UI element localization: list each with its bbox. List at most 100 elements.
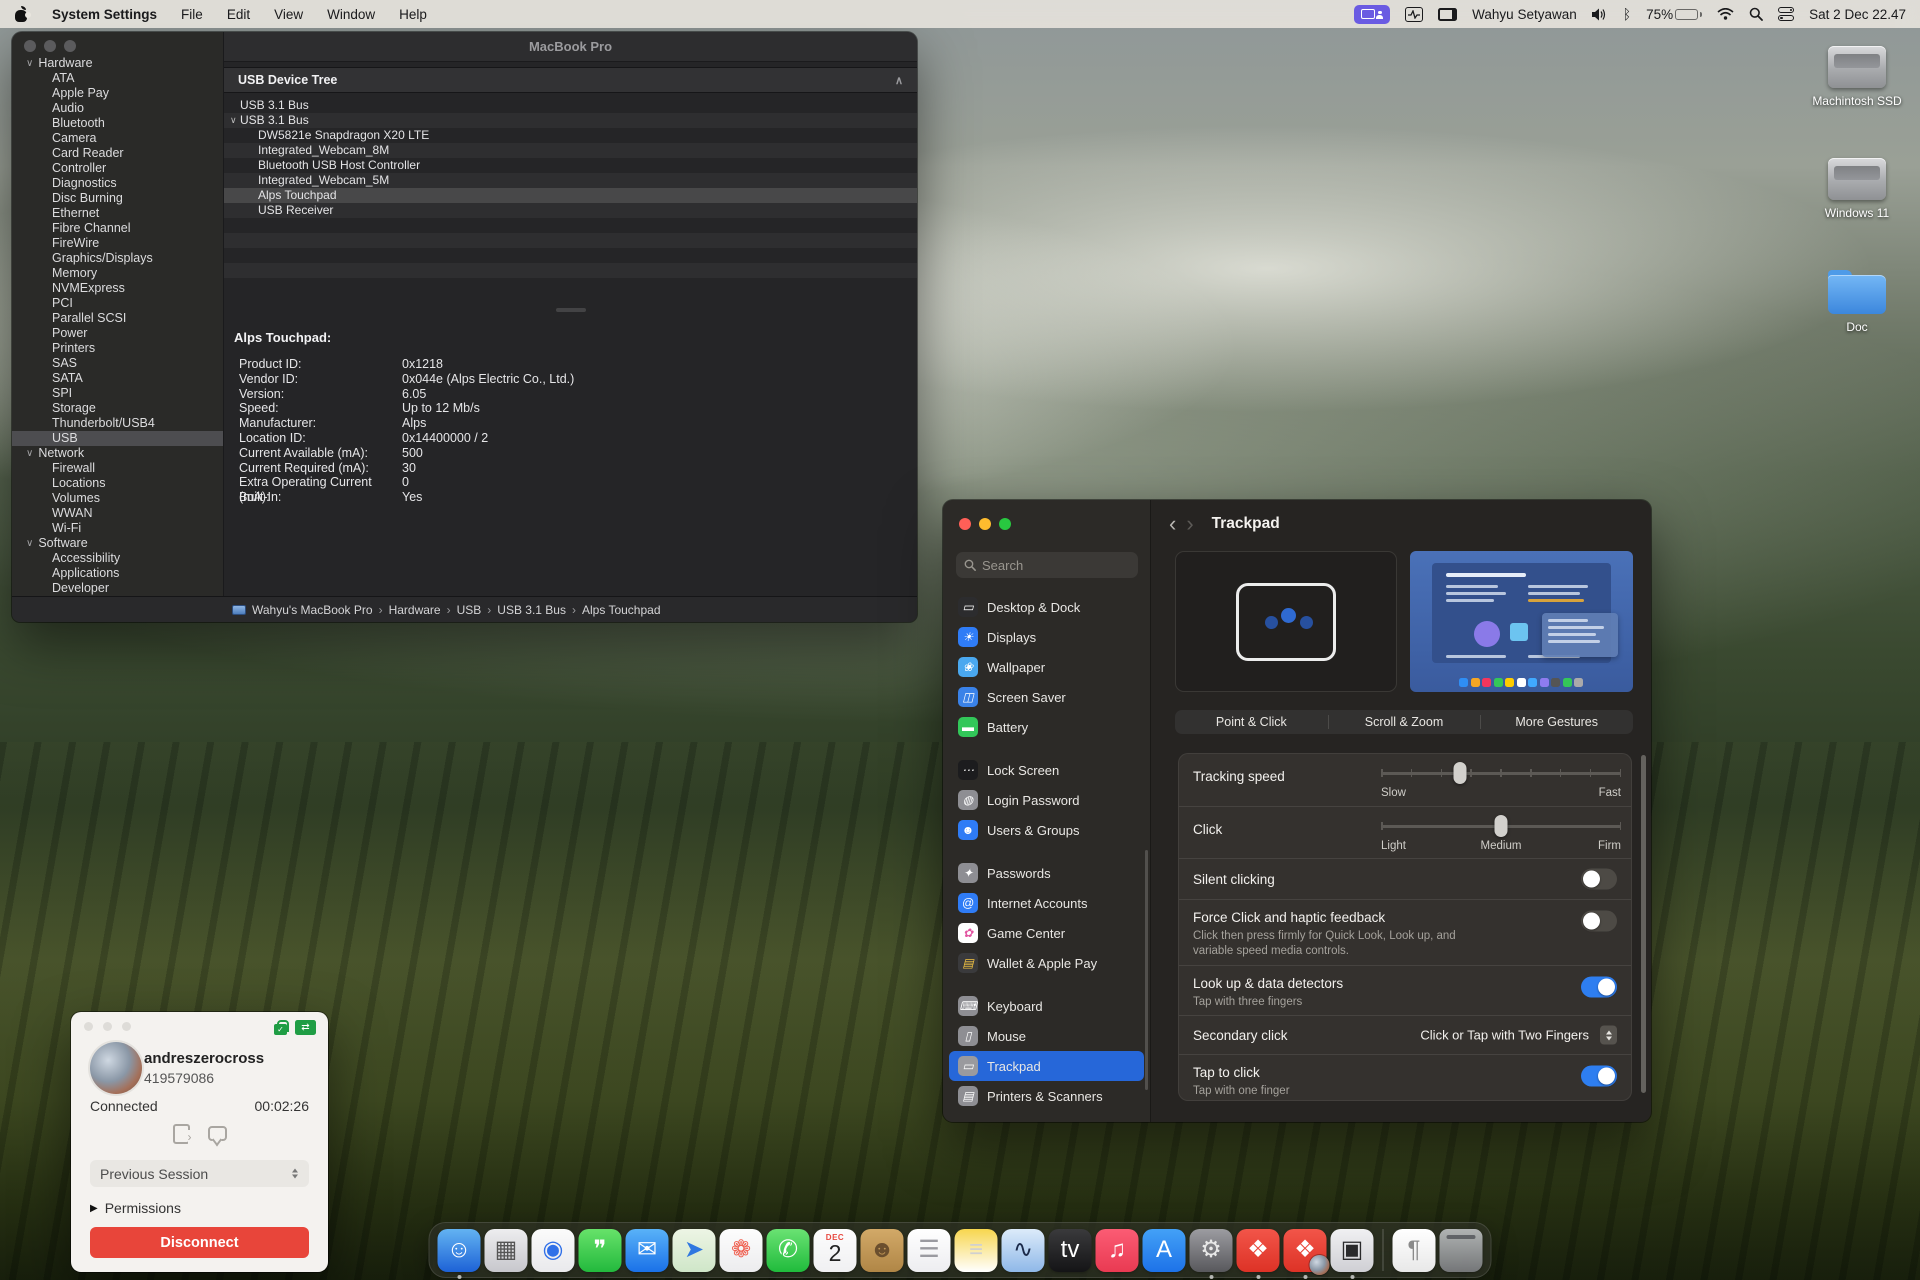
look-up-toggle[interactable]: [1581, 977, 1617, 998]
sidebar-item[interactable]: Diagnostics: [12, 176, 223, 191]
sidebar-item[interactable]: Audio: [12, 101, 223, 116]
sidebar-item[interactable]: Card Reader: [12, 146, 223, 161]
tap-to-click-toggle[interactable]: [1581, 1066, 1617, 1087]
settings-sidebar-item[interactable]: ▤ Wallet & Apple Pay: [949, 948, 1144, 978]
sidebar-item[interactable]: Locations: [12, 476, 223, 491]
sidebar-item[interactable]: WWAN: [12, 506, 223, 521]
sidebar-item[interactable]: Developer: [12, 581, 223, 596]
pane-scrollbar[interactable]: [1641, 755, 1646, 1093]
logged-in-user[interactable]: Wahyu Setyawan: [1472, 7, 1577, 22]
settings-sidebar-item[interactable]: ☻ Users & Groups: [949, 815, 1144, 845]
desktop-icon-windows-11[interactable]: Windows 11: [1807, 158, 1907, 220]
sidebar-item[interactable]: Camera: [12, 131, 223, 146]
sidebar-item[interactable]: SPI: [12, 386, 223, 401]
settings-sidebar-item[interactable]: ▭ Desktop & Dock: [949, 592, 1144, 622]
sidebar-item[interactable]: Memory: [12, 266, 223, 281]
reminders-icon[interactable]: ☰: [908, 1229, 951, 1272]
sidebar-item[interactable]: Graphics/Displays: [12, 251, 223, 266]
finder-icon[interactable]: ☺: [438, 1229, 481, 1272]
bluetooth-icon[interactable]: ᛒ: [1623, 6, 1631, 22]
forward-arrow-icon[interactable]: ›: [1186, 513, 1193, 535]
photos-icon[interactable]: ❁: [720, 1229, 763, 1272]
tree-row[interactable]: Integrated_Webcam_8M: [224, 143, 917, 158]
settings-sidebar-item[interactable]: ✦ Passwords: [949, 858, 1144, 888]
tab-point-and-click[interactable]: Point & Click: [1175, 710, 1328, 734]
settings-sidebar-item[interactable]: ▭ Trackpad: [949, 1051, 1144, 1081]
slider-thumb[interactable]: [1454, 762, 1467, 784]
screen-sharing-indicator-icon[interactable]: [1354, 5, 1390, 24]
display-status-icon[interactable]: [1438, 8, 1457, 21]
menu-item[interactable]: Window: [327, 7, 375, 22]
secondary-click-dropdown[interactable]: [1600, 1026, 1617, 1045]
zoom-button[interactable]: [999, 518, 1011, 530]
sidebar-section-software[interactable]: ∨Software: [12, 536, 223, 551]
settings-sidebar-item[interactable]: ▤ Printers & Scanners: [949, 1081, 1144, 1111]
volume-icon[interactable]: [1592, 8, 1608, 21]
settings-sidebar-item[interactable]: ▯ Mouse: [949, 1021, 1144, 1051]
breadcrumb-item[interactable]: USB: [441, 603, 482, 617]
apple-menu-icon[interactable]: [14, 6, 28, 22]
sidebar-item[interactable]: Volumes: [12, 491, 223, 506]
window-controls[interactable]: [959, 518, 1011, 530]
sidebar-item[interactable]: SAS: [12, 356, 223, 371]
settings-sidebar-item[interactable]: ◫ Screen Saver: [949, 682, 1144, 712]
settings-sidebar-item[interactable]: ▬ Battery: [949, 712, 1144, 742]
disconnect-button[interactable]: Disconnect: [90, 1227, 309, 1258]
sidebar-item[interactable]: Storage: [12, 401, 223, 416]
sidebar-item[interactable]: Fibre Channel: [12, 221, 223, 236]
session-select[interactable]: Previous Session: [90, 1160, 309, 1187]
tree-row[interactable]: [224, 248, 917, 263]
silent-clicking-toggle[interactable]: [1581, 869, 1617, 890]
calendar-icon[interactable]: DEC 2: [814, 1229, 857, 1272]
sidebar-item[interactable]: Applications: [12, 566, 223, 581]
trash-icon[interactable]: [1440, 1229, 1483, 1272]
waveform-status-icon[interactable]: [1405, 7, 1423, 22]
sidebar-item[interactable]: PCI: [12, 296, 223, 311]
menu-bar-clock[interactable]: Sat 2 Dec 22.47: [1809, 7, 1906, 22]
sidebar-item[interactable]: Disc Burning: [12, 191, 223, 206]
safari-icon[interactable]: ◉: [532, 1229, 575, 1272]
slider-thumb[interactable]: [1495, 815, 1508, 837]
control-center-icon[interactable]: [1778, 7, 1794, 21]
settings-sidebar-item[interactable]: ❀ Wallpaper: [949, 652, 1144, 682]
settings-sidebar-item[interactable]: ⋯ Lock Screen: [949, 755, 1144, 785]
settings-sidebar-item[interactable]: @ Internet Accounts: [949, 888, 1144, 918]
sidebar-item[interactable]: Thunderbolt/USB4: [12, 416, 223, 431]
tree-row[interactable]: USB Receiver: [224, 203, 917, 218]
battery-indicator[interactable]: 75%: [1646, 7, 1702, 22]
apple-tv-icon[interactable]: tv: [1049, 1229, 1092, 1272]
sidebar-item[interactable]: ATA: [12, 71, 223, 86]
launchpad-icon[interactable]: ▦: [485, 1229, 528, 1272]
click-firmness-slider[interactable]: [1381, 815, 1621, 837]
settings-search[interactable]: [956, 552, 1138, 578]
sidebar-item[interactable]: USB: [12, 431, 223, 446]
settings-sidebar-item[interactable]: ◍ Login Password: [949, 785, 1144, 815]
system-settings-icon[interactable]: ⚙: [1190, 1229, 1233, 1272]
app-menu-title[interactable]: System Settings: [52, 7, 157, 22]
tab-more-gestures[interactable]: More Gestures: [1480, 710, 1633, 734]
sidebar-item[interactable]: Bluetooth: [12, 116, 223, 131]
desktop-icon-machintosh-ssd[interactable]: Machintosh SSD: [1807, 46, 1907, 108]
sidebar-item[interactable]: Apple Pay: [12, 86, 223, 101]
file-transfer-icon[interactable]: [173, 1124, 190, 1144]
back-arrow-icon[interactable]: ‹: [1169, 513, 1176, 535]
anydesk-session-icon[interactable]: ❖: [1284, 1229, 1327, 1272]
sidebar-item[interactable]: NVMExpress: [12, 281, 223, 296]
tracking-speed-slider[interactable]: [1381, 762, 1621, 784]
sidebar-section-hardware[interactable]: ∨Hardware: [12, 56, 223, 71]
tree-row[interactable]: [224, 218, 917, 233]
sidebar-item[interactable]: Controller: [12, 161, 223, 176]
system-information-icon[interactable]: ▣: [1331, 1229, 1374, 1272]
window-controls[interactable]: [24, 40, 76, 52]
usb-device-tree-header[interactable]: USB Device Tree ∧: [224, 67, 917, 93]
menu-item[interactable]: View: [274, 7, 303, 22]
wave-app-icon[interactable]: ∿: [1002, 1229, 1045, 1272]
breadcrumb-item[interactable]: Alps Touchpad: [566, 603, 661, 617]
menu-item[interactable]: Edit: [227, 7, 250, 22]
pane-resize-handle[interactable]: [556, 308, 586, 312]
tree-row[interactable]: Bluetooth USB Host Controller: [224, 158, 917, 173]
contacts-icon[interactable]: ☻: [861, 1229, 904, 1272]
chat-icon[interactable]: [208, 1126, 227, 1141]
textedit-icon[interactable]: ¶: [1393, 1229, 1436, 1272]
collapse-chevron-icon[interactable]: ∧: [895, 74, 903, 87]
